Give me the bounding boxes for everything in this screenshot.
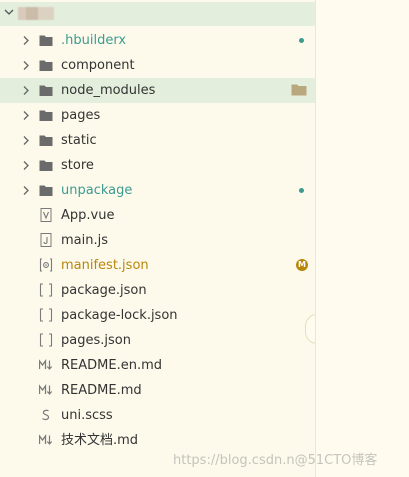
- folder-icon: [39, 85, 53, 96]
- folder-label: component: [61, 58, 135, 73]
- json-file-icon: [39, 283, 53, 297]
- file-label: pages.json: [61, 333, 131, 348]
- file-row[interactable]: README.md: [0, 378, 315, 403]
- project-explorer: .hbuilderx component node_modulespages stat…: [0, 0, 409, 477]
- folder-row[interactable]: component: [0, 53, 315, 78]
- folder-icon: [39, 185, 53, 196]
- markdown-file-icon: [39, 384, 53, 395]
- folder-row[interactable]: pages: [0, 103, 315, 128]
- file-label: README.md: [61, 383, 142, 398]
- file-row[interactable]: App.vue: [0, 203, 315, 228]
- file-row[interactable]: pages.json: [0, 328, 315, 353]
- chevron-right-icon[interactable]: [21, 60, 31, 71]
- file-label: uni.scss: [61, 408, 113, 423]
- folder-icon: [39, 160, 53, 171]
- folder-row[interactable]: static: [0, 128, 315, 153]
- project-name: [18, 7, 54, 20]
- file-label: App.vue: [61, 208, 115, 223]
- json-file-icon: [39, 333, 53, 347]
- project-header[interactable]: [0, 2, 315, 26]
- git-change-dot: [299, 38, 304, 43]
- folder-label: .hbuilderx: [61, 33, 127, 48]
- file-tree: .hbuilderx component node_modulespages stat…: [0, 28, 315, 453]
- file-row[interactable]: uni.scss: [0, 403, 315, 428]
- folder-label: unpackage: [61, 183, 133, 198]
- chevron-right-icon[interactable]: [21, 85, 31, 96]
- file-tree-panel: .hbuilderx component node_modulespages stat…: [0, 0, 329, 477]
- file-label: README.en.md: [61, 358, 162, 373]
- chevron-right-icon[interactable]: [21, 110, 31, 121]
- file-row[interactable]: main.js: [0, 228, 315, 253]
- git-change-dot: [299, 188, 304, 193]
- chevron-down-icon[interactable]: [3, 6, 15, 18]
- file-row[interactable]: package.json: [0, 278, 315, 303]
- markdown-file-icon: [39, 434, 53, 445]
- open-folder-icon[interactable]: [291, 83, 307, 96]
- file-label: package-lock.json: [61, 308, 178, 323]
- scss-file-icon: [42, 409, 50, 421]
- chevron-right-icon[interactable]: [21, 35, 31, 46]
- folder-icon: [39, 60, 53, 71]
- js-file-icon: [40, 233, 52, 247]
- folder-label: store: [61, 158, 94, 173]
- file-row[interactable]: README.en.md: [0, 353, 315, 378]
- manifest-file-icon: [39, 258, 53, 272]
- folder-label: pages: [61, 108, 101, 123]
- folder-row[interactable]: store: [0, 153, 315, 178]
- file-row[interactable]: manifest.json M: [0, 253, 315, 278]
- file-label: manifest.json: [61, 258, 149, 273]
- editor-area: [316, 0, 409, 477]
- file-row[interactable]: package-lock.json: [0, 303, 315, 328]
- folder-row[interactable]: node_modules: [0, 78, 315, 103]
- folder-icon: [39, 110, 53, 121]
- watermark: https://blog.csdn.n@51CTO博客: [173, 453, 378, 468]
- file-label: package.json: [61, 283, 147, 298]
- folder-row[interactable]: unpackage: [0, 178, 315, 203]
- git-modified-badge: M: [296, 259, 308, 271]
- folder-row[interactable]: .hbuilderx: [0, 28, 315, 53]
- json-file-icon: [39, 308, 53, 322]
- folder-icon: [39, 135, 53, 146]
- file-label: 技术文档.md: [61, 433, 139, 448]
- chevron-right-icon[interactable]: [21, 160, 31, 171]
- chevron-right-icon[interactable]: [21, 185, 31, 196]
- markdown-file-icon: [39, 359, 53, 370]
- folder-label: static: [61, 133, 97, 148]
- folder-icon: [39, 35, 53, 46]
- chevron-right-icon[interactable]: [21, 135, 31, 146]
- folder-label: node_modules: [61, 83, 156, 98]
- vue-file-icon: [40, 208, 52, 222]
- file-label: main.js: [61, 233, 108, 248]
